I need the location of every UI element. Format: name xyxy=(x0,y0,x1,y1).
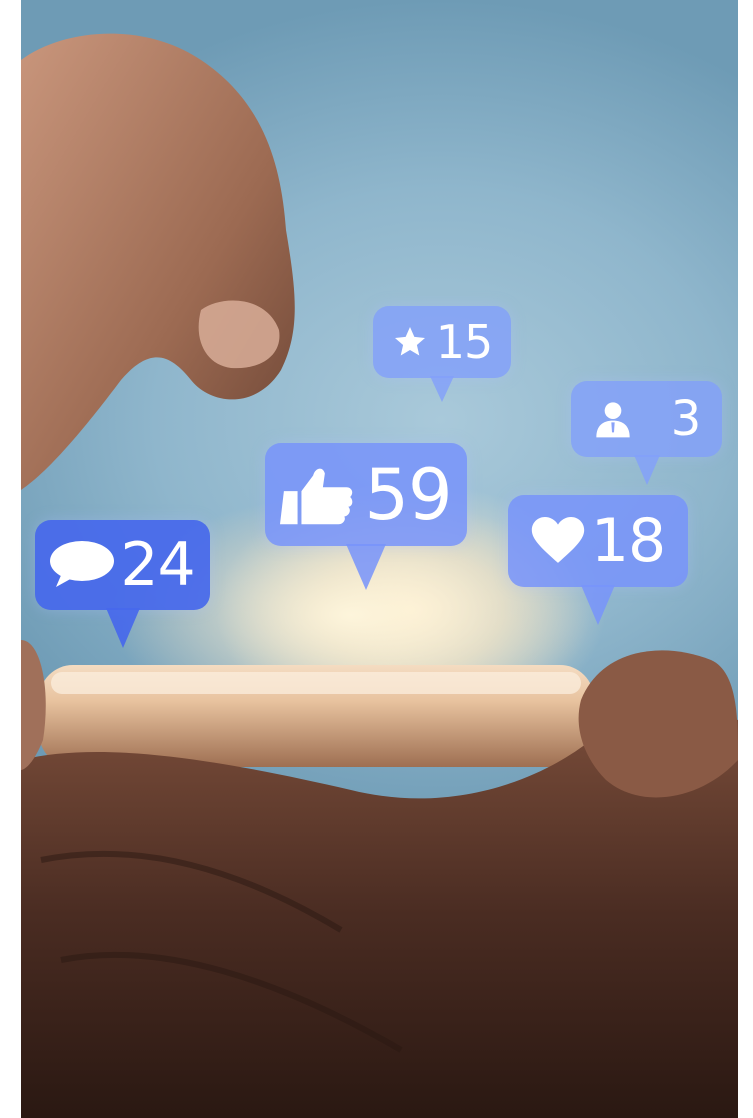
star-notification: 15 xyxy=(373,306,511,378)
upper-hand xyxy=(21,33,295,491)
follower-notification: 3 xyxy=(571,381,722,457)
star-count: 15 xyxy=(435,315,494,369)
like-count: 59 xyxy=(364,453,452,536)
heart-icon xyxy=(531,517,585,565)
thumbs-up-icon xyxy=(280,465,358,525)
thumb-left xyxy=(21,640,46,770)
speech-bubble-icon xyxy=(50,541,115,589)
comment-count: 24 xyxy=(120,530,195,600)
star-icon xyxy=(392,324,428,360)
heart-notification: 18 xyxy=(508,495,688,587)
phone-highlight xyxy=(51,672,581,694)
thumb-right xyxy=(578,650,738,798)
comment-notification: 24 xyxy=(35,520,210,610)
like-notification: 59 xyxy=(265,443,467,546)
user-icon xyxy=(593,399,633,439)
follower-count: 3 xyxy=(670,391,702,447)
heart-count: 18 xyxy=(590,506,666,576)
